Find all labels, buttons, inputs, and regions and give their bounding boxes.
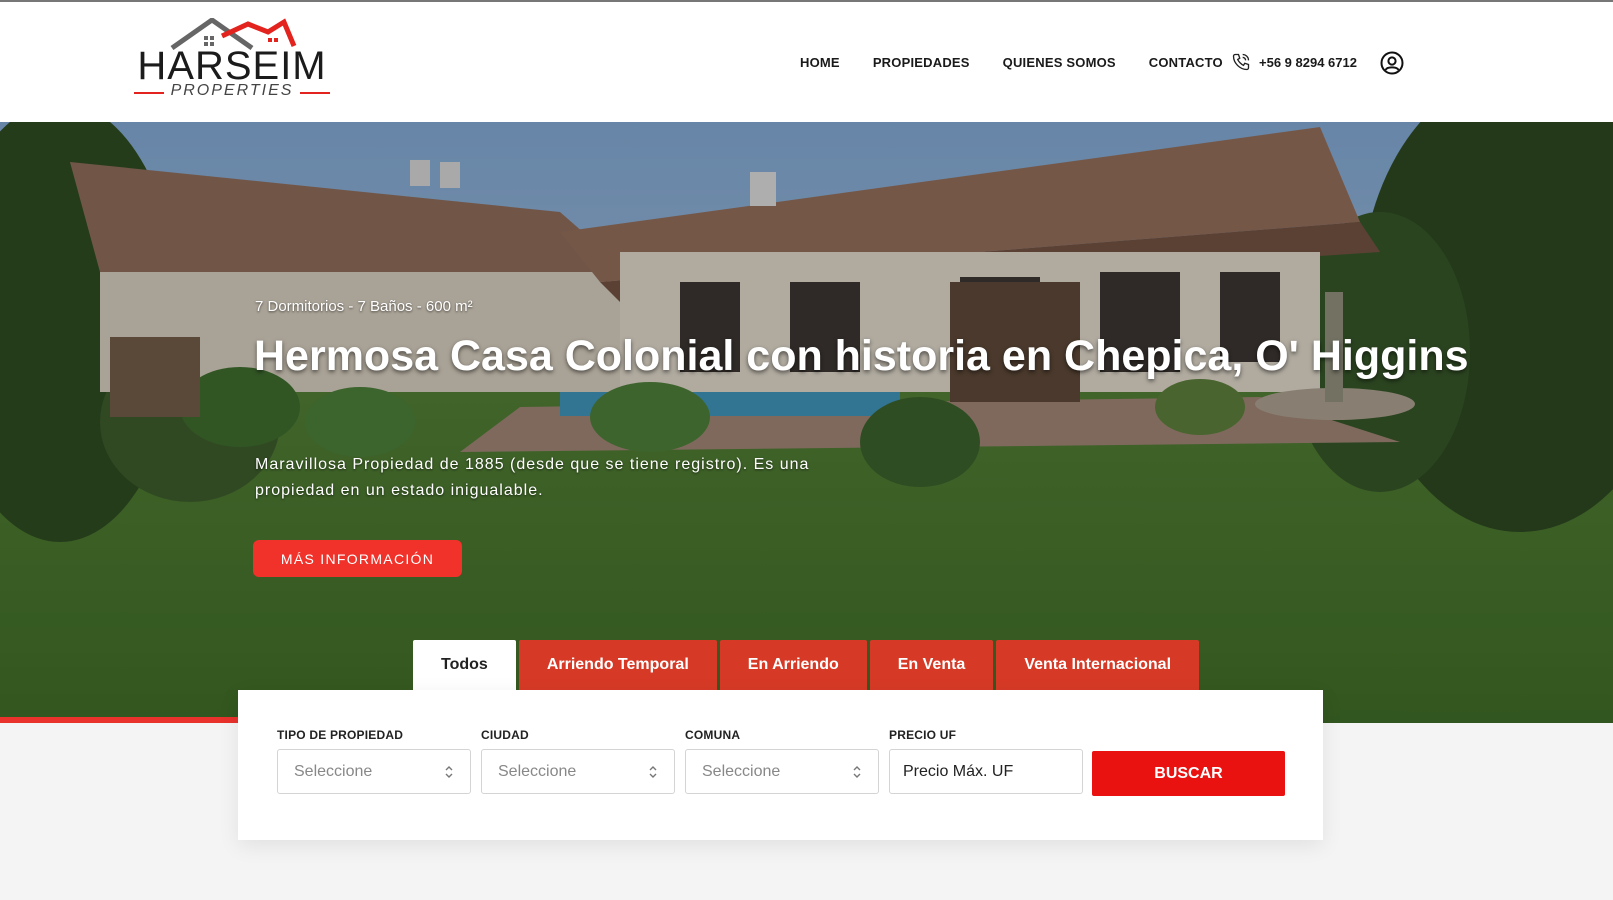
select-arrows-icon [649,765,657,778]
nav-contacto[interactable]: CONTACTO [1149,55,1223,70]
nav-propiedades[interactable]: PROPIEDADES [873,55,970,70]
tab-arriendo-temporal[interactable]: Arriendo Temporal [518,640,717,690]
property-specs: 7 Dormitorios - 7 Baños - 600 m² [255,298,473,315]
nav-quienes-somos[interactable]: QUIENES SOMOS [1003,55,1116,70]
hero-description: Maravillosa Propiedad de 1885 (desde que… [255,456,810,499]
select-arrows-icon [445,765,453,778]
more-info-button[interactable]: MÁS INFORMACIÓN [253,540,462,577]
accent-strip [0,717,240,723]
logo-name: HARSEIM [137,44,327,88]
logo-subtitle: PROPERTIES [170,82,294,99]
logo-divider [300,92,330,94]
nav-home[interactable]: HOME [800,55,840,70]
site-header: HARSEIM PROPERTIES HOME PROPIEDADES QUIE… [0,2,1613,122]
commune-label: COMUNA [685,728,741,742]
city-field: CIUDAD Seleccione [481,728,675,794]
phone-link[interactable]: +56 9 8294 6712 [1231,52,1357,72]
commune-select[interactable]: Seleccione [685,749,879,794]
listing-type-tabs: Todos Arriendo Temporal En Arriendo En V… [413,640,1202,690]
search-button[interactable]: BUSCAR [1092,751,1285,796]
hero-overlay [0,122,1613,723]
price-label: PRECIO UF [889,728,957,742]
tab-en-venta[interactable]: En Venta [869,640,994,690]
city-label: CIUDAD [481,728,529,742]
city-value: Seleccione [498,762,577,780]
tab-en-arriendo[interactable]: En Arriendo [719,640,867,690]
property-type-label: TIPO DE PROPIEDAD [277,728,404,742]
max-price-input[interactable]: Precio Máx. UF [889,749,1083,794]
tab-todos[interactable]: Todos [413,640,516,690]
hero-title: Hermosa Casa Colonial con historia en Ch… [254,332,1469,380]
user-circle-icon[interactable] [1380,51,1404,75]
property-type-select[interactable]: Seleccione [277,749,471,794]
hero-banner: 7 Dormitorios - 7 Baños - 600 m² Hermosa… [0,122,1613,723]
property-type-value: Seleccione [294,762,373,780]
main-nav: HOME PROPIEDADES QUIENES SOMOS CONTACTO [800,55,1256,70]
commune-field: COMUNA Seleccione [685,728,879,794]
select-arrows-icon [853,765,861,778]
brand-logo[interactable]: HARSEIM PROPERTIES [134,18,334,104]
city-select[interactable]: Seleccione [481,749,675,794]
commune-value: Seleccione [702,762,781,780]
phone-icon [1232,53,1250,71]
phone-number: +56 9 8294 6712 [1259,54,1357,70]
price-field: PRECIO UF Precio Máx. UF [889,728,1083,794]
search-panel: TIPO DE PROPIEDAD Seleccione CIUDAD Sele… [238,690,1323,840]
tab-venta-internacional[interactable]: Venta Internacional [996,640,1200,690]
property-type-field: TIPO DE PROPIEDAD Seleccione [277,728,471,794]
